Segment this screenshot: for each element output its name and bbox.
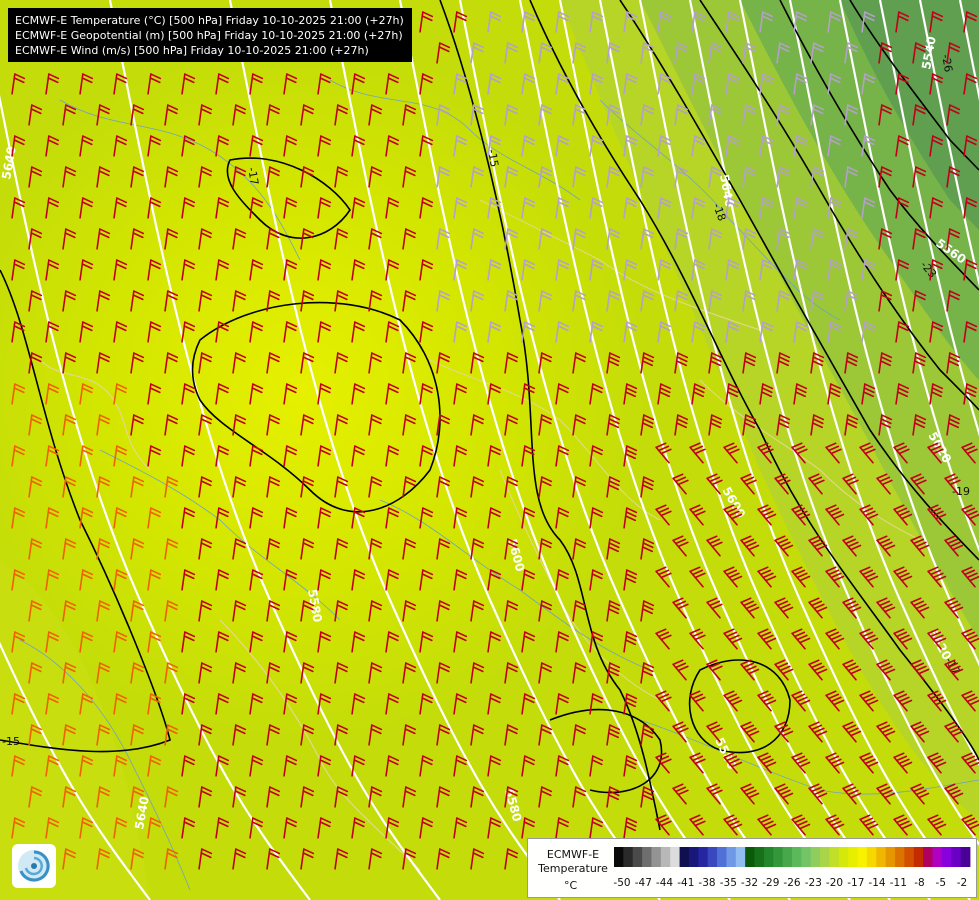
legend-swatch <box>941 847 952 867</box>
legend-swatch <box>632 847 643 867</box>
legend-swatch <box>857 847 868 867</box>
legend-tick-label: -17 <box>847 877 864 889</box>
legend-swatch <box>810 847 821 867</box>
legend-tick-label: -2 <box>957 877 967 889</box>
legend-swatch <box>904 847 915 867</box>
legend-swatch <box>792 847 802 867</box>
legend-swatch <box>745 847 755 867</box>
legend-swatch <box>838 847 849 867</box>
legend-tick-label: -8 <box>914 877 924 889</box>
legend-swatch <box>642 847 652 867</box>
legend-swatch <box>763 847 774 867</box>
legend-colorbar: -50 -47 -44 -41 -38 -35 -32 -29 -26 -23 -20 -17 -14-… <box>613 847 971 889</box>
legend-tick-label: -41 <box>677 877 694 889</box>
header-temperature-line: ECMWF-E Temperature (°C) [500 hPa] Frida… <box>15 14 404 27</box>
legend-tick-label: -35 <box>720 877 737 889</box>
legend-tick-label: -29 <box>762 877 779 889</box>
logo <box>12 844 56 888</box>
legend-tick-label: -32 <box>741 877 758 889</box>
legend-swatch <box>876 847 887 867</box>
legend-swatch <box>951 847 962 867</box>
legend-tick-label: -47 <box>635 877 652 889</box>
header-geopotential-line: ECMWF-E Geopotential (m) [500 hPa] Frida… <box>15 29 403 42</box>
legend-tick-label: -50 <box>613 877 630 889</box>
legend-tick-label: -5 <box>936 877 946 889</box>
legend-swatch <box>651 847 662 867</box>
map-header: ECMWF-E Temperature (°C) [500 hPa] Frida… <box>8 8 412 62</box>
legend-tick-label: -38 <box>698 877 715 889</box>
legend-tick-label: -26 <box>783 877 800 889</box>
legend-swatch <box>801 847 812 867</box>
legend-swatch <box>726 847 737 867</box>
legend-tick-label: -23 <box>805 877 822 889</box>
legend-swatch <box>679 847 690 867</box>
swirl-icon <box>18 850 50 882</box>
legend-tick-label: -44 <box>656 877 673 889</box>
legend-swatch <box>660 847 671 867</box>
legend-swatch <box>717 847 727 867</box>
legend-swatch <box>698 847 709 867</box>
legend-swatch <box>820 847 830 867</box>
weather-map[interactable]: 5640 5640 5540 5560 5620 5600 5600 5580 … <box>0 0 979 900</box>
temp-label: -15 <box>2 735 20 748</box>
legend-swatch <box>614 847 624 867</box>
legend-swatch <box>932 847 943 867</box>
header-wind-line: ECMWF-E Wind (m/s) [500 hPa] Friday 10-1… <box>15 44 369 57</box>
legend-swatch <box>735 847 746 867</box>
legend-swatch <box>913 847 924 867</box>
legend-swatch <box>895 847 905 867</box>
legend-swatch <box>848 847 858 867</box>
legend-tick-label: -11 <box>890 877 907 889</box>
legend-swatch <box>866 847 877 867</box>
legend-swatch <box>670 847 680 867</box>
legend-swatch <box>829 847 840 867</box>
legend-tick-label: -20 <box>826 877 843 889</box>
legend-swatch <box>782 847 793 867</box>
legend-swatch <box>623 847 634 867</box>
legend-swatch <box>960 847 971 867</box>
legend-swatch <box>885 847 896 867</box>
legend-swatch <box>773 847 784 867</box>
temp-label: -19 <box>952 485 970 498</box>
legend-tick-label: -14 <box>868 877 885 889</box>
legend-swatch <box>688 847 699 867</box>
legend-swatch <box>707 847 718 867</box>
temperature-legend: ECMWF-E Temperature °C -50 -47 -44 -41 -38 -3… <box>527 838 977 898</box>
legend-swatch <box>754 847 765 867</box>
legend-swatch <box>923 847 933 867</box>
